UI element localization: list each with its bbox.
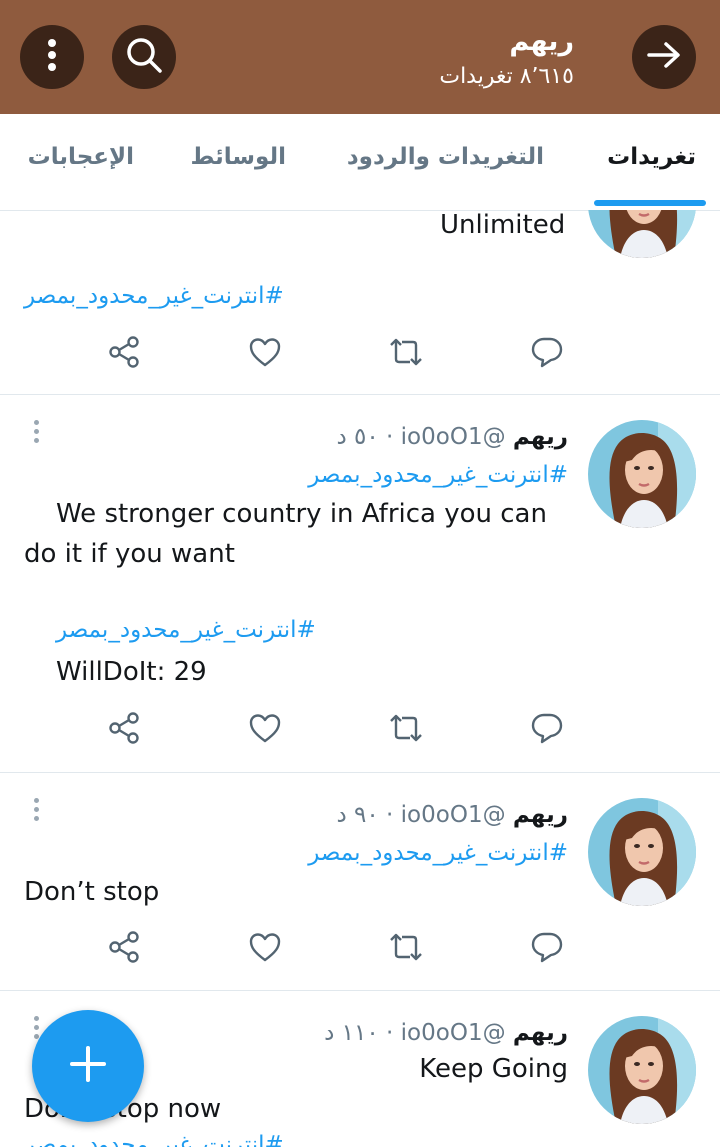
search-button[interactable] [112,25,176,89]
tweet-text: Unlimited [440,210,566,240]
tweet-item[interactable]: Unlimited #انترنت_غير_محدود_بمصر [0,210,720,395]
like-button[interactable] [245,929,285,969]
retweet-icon [388,931,424,967]
tweet-time: ١١٠ د [324,1020,379,1046]
tweet-item[interactable]: ريهم @io0oO1 · ٥٠ د #انترنت_غير_محدود_بم… [0,394,720,773]
compose-plus-icon [68,1044,108,1088]
tweet-meta: ريهم @io0oO1 · ١١٠ د [324,1020,568,1046]
tweet-count: ٨٬٦١٥ تغريدات [439,64,574,89]
tab-media[interactable]: الوسائط [191,144,286,170]
tweet-meta: ريهم @io0oO1 · ٩٠ د [336,802,568,828]
tweet-meta: ريهم @io0oO1 · ٥٠ د [336,424,568,450]
tweet-feed: Unlimited #انترنت_غير_محدود_بمصر ريهم @i… [0,210,720,1147]
author-name: ريهم [512,1020,568,1046]
reply-icon [530,335,564,373]
share-button[interactable] [104,710,144,750]
author-handle: @io0oO1 [400,424,506,450]
share-icon [107,930,141,968]
reply-button[interactable] [527,929,567,969]
tweet-text: Keep Going [419,1054,568,1084]
reply-button[interactable] [527,710,567,750]
avatar[interactable] [588,1016,696,1124]
author-name: ريهم [512,802,568,828]
retweet-icon [388,712,424,748]
tweet-options-icon[interactable] [34,420,44,447]
author-handle: @io0oO1 [400,802,506,828]
like-button[interactable] [245,334,285,374]
retweet-button[interactable] [386,334,426,374]
reply-icon [530,711,564,749]
tweet-text: Don’t stop [24,877,160,907]
hashtag-link[interactable]: #انترنت_غير_محدود_بمصر [24,1132,284,1147]
share-button[interactable] [104,929,144,969]
retweet-button[interactable] [386,710,426,750]
share-button[interactable] [104,334,144,374]
tab-tweets[interactable]: تغريدات [607,144,696,170]
tweet-time: ٩٠ د [336,802,379,828]
like-icon [248,931,282,967]
author-name: ريهم [512,424,568,450]
like-button[interactable] [245,710,285,750]
more-options-button[interactable] [20,25,84,89]
tweet-text: We stronger country in Africa you can [56,499,547,529]
retweet-icon [388,336,424,372]
profile-tabs: تغريدات التغريدات والردود الوسائط الإعجا… [0,114,720,211]
share-icon [107,711,141,749]
search-icon [125,36,163,78]
more-vertical-icon [47,38,57,76]
hashtag-link[interactable]: #انترنت_غير_محدود_بمصر [56,617,316,643]
share-icon [107,335,141,373]
tweet-item[interactable]: ريهم @io0oO1 · ٩٠ د #انترنت_غير_محدود_بم… [0,772,720,991]
tweet-text: WillDoIt: 29 [56,657,207,687]
avatar[interactable] [588,798,696,906]
active-tab-indicator [594,200,706,206]
tab-likes[interactable]: الإعجابات [28,144,134,170]
tweet-options-icon[interactable] [34,798,44,825]
profile-name: ريهم [509,26,574,57]
like-icon [248,712,282,748]
avatar[interactable] [588,420,696,528]
hashtag-link[interactable]: #انترنت_غير_محدود_بمصر [308,840,568,866]
author-handle: @io0oO1 [400,1020,506,1046]
profile-header: ريهم ٨٬٦١٥ تغريدات [0,0,720,114]
tweet-time: ٥٠ د [336,424,379,450]
arrow-right-icon [646,40,682,74]
retweet-button[interactable] [386,929,426,969]
reply-icon [530,930,564,968]
tab-tweets-and-replies[interactable]: التغريدات والردود [347,144,544,170]
reply-button[interactable] [527,334,567,374]
tweet-text: do it if you want [24,539,235,569]
like-icon [248,336,282,372]
compose-tweet-button[interactable] [32,1010,144,1122]
hashtag-link[interactable]: #انترنت_غير_محدود_بمصر [308,462,568,488]
back-button[interactable] [632,25,696,89]
hashtag-link[interactable]: #انترنت_غير_محدود_بمصر [24,283,284,309]
avatar[interactable] [588,210,696,258]
